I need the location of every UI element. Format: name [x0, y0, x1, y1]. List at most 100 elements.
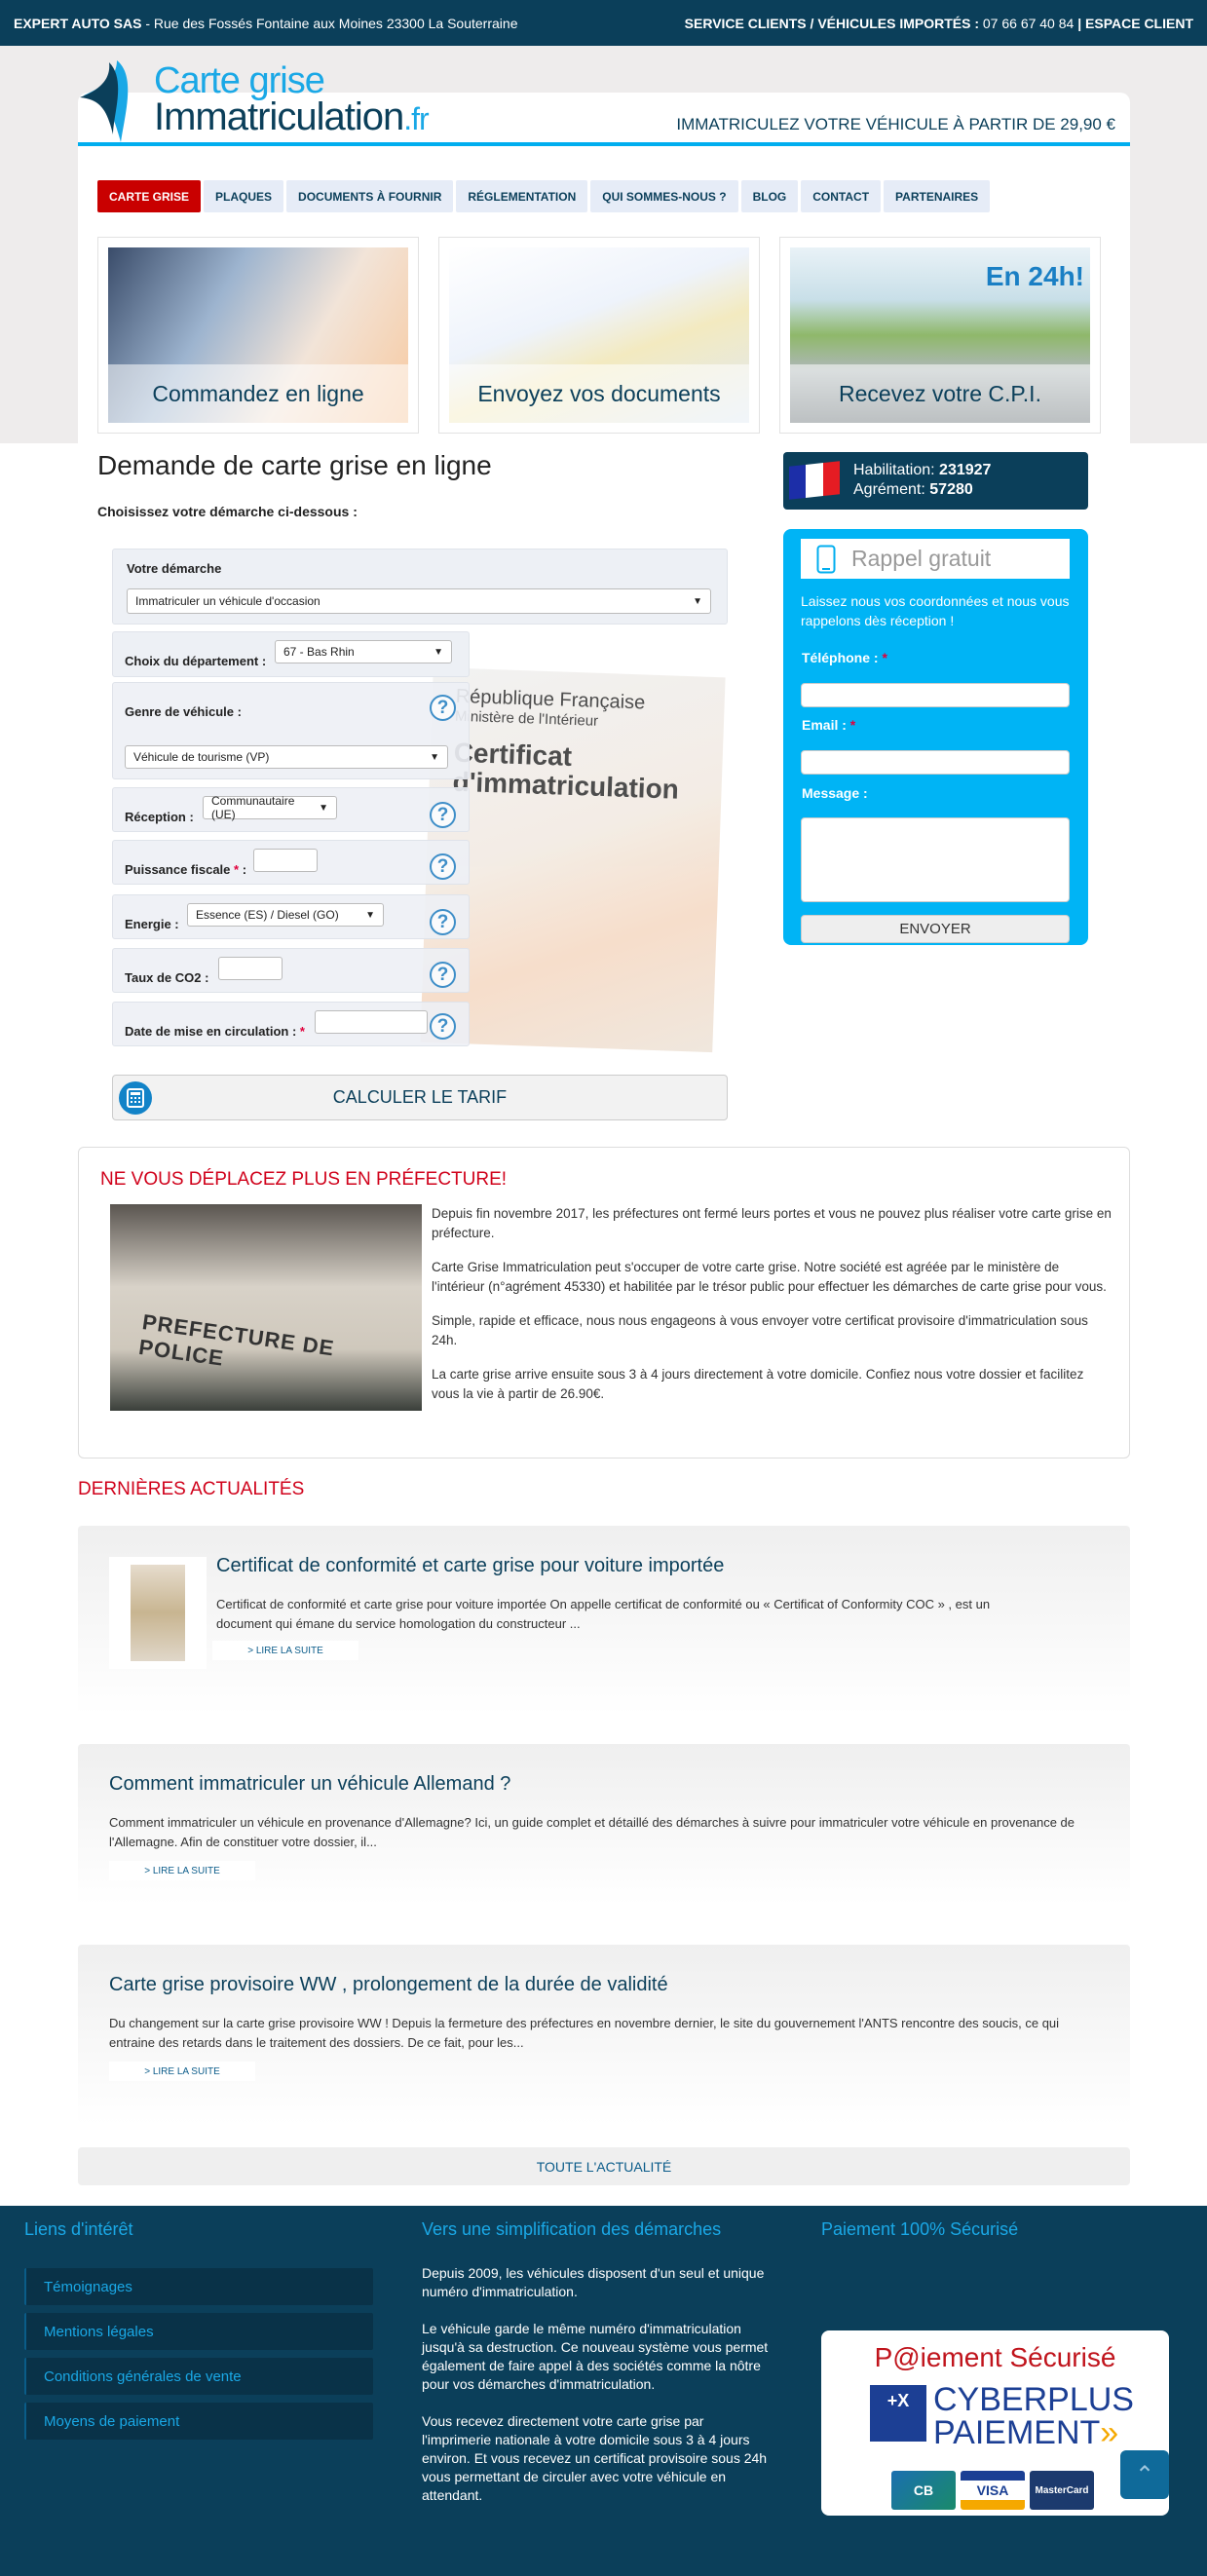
email-input[interactable]	[801, 750, 1070, 775]
news-item: Certificat de conformité et carte grise …	[78, 1526, 1130, 1715]
departement-select[interactable]: 67 - Bas Rhin ▼	[275, 640, 452, 663]
help-icon[interactable]: ?	[430, 1013, 456, 1040]
nav-carte-grise[interactable]: CARTE GRISE	[97, 180, 202, 212]
genre-row: Genre de véhicule : Véhicule de tourisme…	[112, 682, 470, 779]
paiement-text: PAIEMENT	[933, 2414, 1101, 2451]
energie-select[interactable]: Essence (ES) / Diesel (GO) ▼	[187, 903, 384, 927]
co2-input[interactable]	[218, 957, 283, 980]
help-icon[interactable]: ?	[430, 802, 456, 828]
news-title[interactable]: Certificat de conformité et carte grise …	[216, 1555, 724, 1577]
prefecture-sign: PREFECTURE DE POLICE	[136, 1309, 336, 1371]
logo-swoosh-icon	[80, 60, 129, 142]
form-subtitle: Choisissez votre démarche ci-dessous :	[97, 504, 358, 519]
feature-caption: Recevez votre C.P.I.	[790, 364, 1090, 423]
energie-label: Energie :	[125, 917, 179, 931]
service-info: SERVICE CLIENTS / VÉHICULES IMPORTÉS : 0…	[685, 16, 1193, 31]
help-icon[interactable]: ?	[430, 695, 456, 721]
nav-reglementation[interactable]: RÉGLEMENTATION	[456, 180, 588, 212]
genre-select[interactable]: Véhicule de tourisme (VP) ▼	[125, 745, 448, 769]
footer-link-cgv[interactable]: Conditions générales de vente	[24, 2358, 373, 2395]
departement-row: Choix du département : 67 - Bas Rhin ▼	[112, 631, 470, 677]
calculer-tarif-button[interactable]: CALCULER LE TARIF	[112, 1075, 728, 1120]
energie-value: Essence (ES) / Diesel (GO)	[196, 908, 339, 922]
chevron-up-icon: ⌃	[1134, 2461, 1155, 2488]
puissance-suffix: :	[239, 862, 247, 877]
help-icon[interactable]: ?	[430, 962, 456, 988]
news-title[interactable]: Comment immatriculer un véhicule Alleman…	[109, 1773, 510, 1796]
footer-link-temoignages[interactable]: Témoignages	[24, 2268, 373, 2305]
envoyer-button[interactable]: ENVOYER	[801, 915, 1070, 943]
footer-link-paiement[interactable]: Moyens de paiement	[24, 2403, 373, 2440]
footer: Liens d'intérêt Témoignages Mentions lég…	[0, 2206, 1207, 2576]
nav-blog[interactable]: BLOG	[740, 180, 799, 212]
news-thumbnail[interactable]	[109, 1557, 207, 1669]
header-divider	[78, 142, 1130, 146]
news-title[interactable]: Carte grise provisoire WW , prolongement…	[109, 1974, 668, 1996]
nav-contact[interactable]: CONTACT	[801, 180, 882, 212]
email-label: Email : *	[802, 717, 855, 733]
reception-row: Réception : Communautaire (UE) ▼	[112, 787, 470, 832]
required-mark: *	[849, 717, 856, 733]
back-to-top-button[interactable]: ⌃	[1120, 2450, 1169, 2499]
footer-simpl-title: Vers une simplification des démarches	[422, 2219, 722, 2239]
feature-commandez[interactable]: Commandez en ligne	[97, 237, 419, 434]
demarche-select[interactable]: Immatriculer un véhicule d'occasion ▼	[127, 588, 711, 614]
footer-paragraph: Vous recevez directement votre carte gri…	[422, 2413, 768, 2503]
feature-envoyez[interactable]: Envoyez vos documents	[438, 237, 760, 434]
nav-plaques[interactable]: PLAQUES	[204, 180, 284, 212]
all-news-button[interactable]: TOUTE L'ACTUALITÉ	[78, 2147, 1130, 2185]
chevron-down-icon: ▼	[365, 909, 375, 921]
cert-title: Certificat d'immatriculation	[452, 737, 680, 805]
genre-value: Véhicule de tourisme (VP)	[133, 750, 270, 764]
card-logos: CB VISA MasterCard	[891, 2471, 1094, 2510]
puissance-label: Puissance fiscale * :	[125, 862, 246, 877]
demarche-row: Votre démarche Immatriculer un véhicule …	[112, 549, 728, 625]
payment-logo: P@iement Sécurisé +X CYBERPLUS PAIEMENT» …	[821, 2330, 1169, 2516]
puissance-input[interactable]	[253, 849, 318, 872]
feature-badge: En 24h!	[985, 261, 1084, 291]
read-more-link[interactable]: > LIRE LA SUITE	[109, 1861, 255, 1880]
chevron-down-icon: ▼	[430, 751, 439, 763]
footer-link-mentions[interactable]: Mentions légales	[24, 2313, 373, 2350]
service-phone[interactable]: 07 66 67 40 84	[979, 16, 1077, 31]
prefecture-paragraph: Simple, rapide et efficace, nous nous en…	[432, 1313, 1088, 1347]
puissance-label-text: Puissance fiscale	[125, 862, 235, 877]
date-input[interactable]	[315, 1010, 428, 1034]
help-icon[interactable]: ?	[430, 909, 456, 935]
prefecture-image: PREFECTURE DE POLICE	[110, 1204, 422, 1411]
slogan: IMMATRICULEZ VOTRE VÉHICULE À PARTIR DE …	[676, 115, 1115, 133]
habilitation-box: Habilitation: 231927 Agrément: 57280	[783, 452, 1088, 510]
read-more-link[interactable]: > LIRE LA SUITE	[109, 2062, 255, 2081]
nav-partenaires[interactable]: PARTENAIRES	[884, 180, 991, 212]
espace-client-link[interactable]: ESPACE CLIENT	[1081, 16, 1193, 31]
chevron-down-icon: ▼	[319, 802, 328, 814]
banque-populaire-logo: +X	[870, 2385, 926, 2442]
site-logo[interactable]: Carte grise Immatriculation.fr	[78, 57, 430, 144]
read-more-link[interactable]: > LIRE LA SUITE	[212, 1641, 358, 1660]
feature-recevez[interactable]: En 24h! Recevez votre C.P.I.	[779, 237, 1101, 434]
agrement-label: Agrément:	[853, 481, 930, 498]
cyberplus-text: CYBERPLUS	[933, 2381, 1134, 2418]
date-label: Date de mise en circulation : *	[125, 1024, 305, 1039]
telephone-label: Téléphone : *	[802, 650, 887, 665]
prefecture-text: Depuis fin novembre 2017, les préfecture…	[432, 1204, 1113, 1419]
nav-qui-sommes-nous[interactable]: QUI SOMMES-NOUS ?	[590, 180, 738, 212]
feature-image: Commandez en ligne	[108, 247, 408, 423]
nav-documents[interactable]: DOCUMENTS À FOURNIR	[286, 180, 454, 212]
telephone-input[interactable]	[801, 683, 1070, 707]
cb-card-icon: CB	[891, 2471, 956, 2510]
reception-value: Communautaire (UE)	[211, 794, 295, 821]
footer-links-title: Liens d'intérêt	[24, 2219, 133, 2239]
feature-caption: Commandez en ligne	[108, 364, 408, 423]
logo-name: Immatriculation	[154, 95, 404, 138]
demarche-label: Votre démarche	[127, 561, 222, 576]
genre-label: Genre de véhicule :	[125, 704, 242, 719]
required-mark: *	[299, 1024, 305, 1039]
rappel-form: Rappel gratuit Laissez nous vos coordonn…	[783, 529, 1088, 945]
message-textarea[interactable]	[801, 817, 1070, 902]
help-icon[interactable]: ?	[430, 853, 456, 880]
date-row: Date de mise en circulation : *	[112, 1002, 470, 1046]
reception-select[interactable]: Communautaire (UE) ▼	[203, 794, 337, 821]
news-heading: DERNIÈRES ACTUALITÉS	[78, 1479, 305, 1499]
top-bar: EXPERT AUTO SAS - Rue des Fossés Fontain…	[0, 0, 1207, 46]
